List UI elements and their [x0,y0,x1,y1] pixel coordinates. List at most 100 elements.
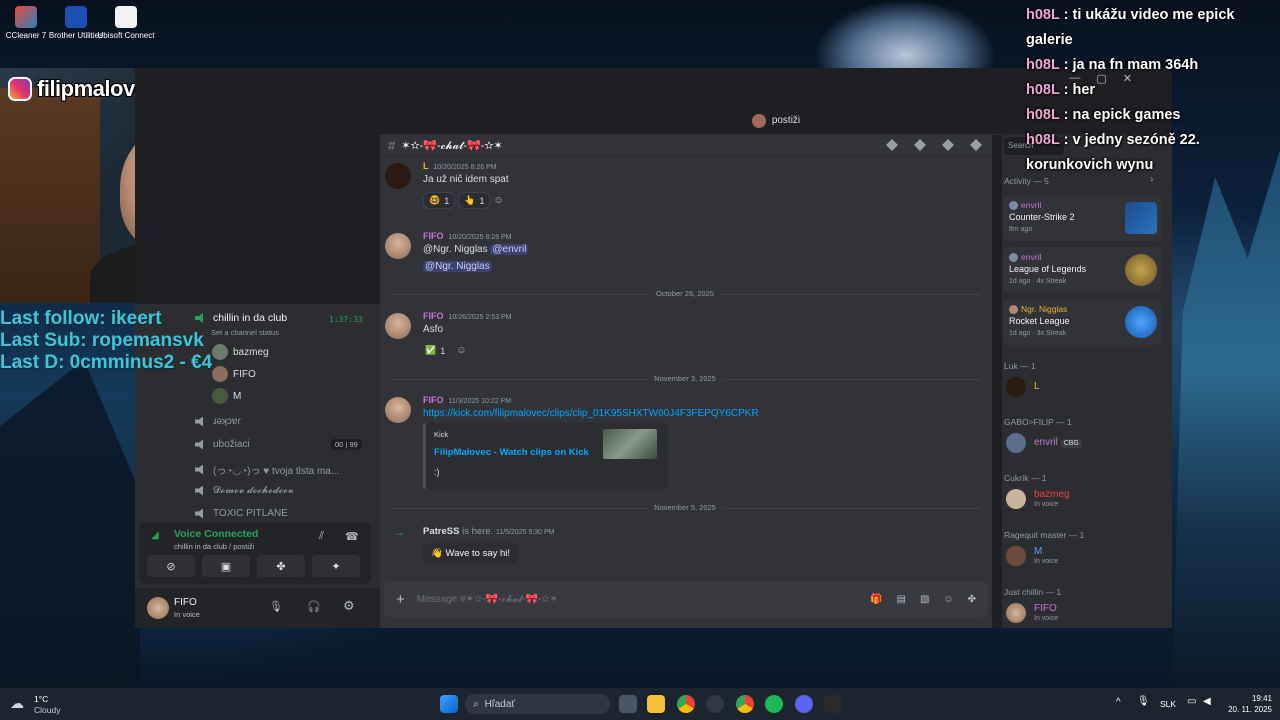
task-view-icon[interactable] [619,695,637,713]
voice-user[interactable]: FIFO [212,366,256,382]
author[interactable]: PatreSS [423,526,459,537]
message-composer[interactable]: + Message #✶✫-🎀-𝓬𝓱𝓪𝓽-🎀-✫✶ 🎁 ▤ ▧ ☺ ✤ [384,581,988,617]
microphone-tray-icon[interactable]: 🎙 [1137,696,1150,707]
voice-user[interactable]: M [212,388,241,404]
weather-icon[interactable]: ☁ [10,695,24,712]
taskbar-search[interactable]: ⌕ Hľadať [465,694,610,714]
screen-share-button[interactable]: ▣ [202,555,250,577]
voice-channel[interactable]: ubožiaci [195,439,250,450]
obs-icon[interactable] [706,695,724,713]
user-mention[interactable]: @Ngr. Nigglas [423,261,492,272]
add-attachment-icon[interactable]: + [396,591,405,608]
headphones-icon[interactable]: 🎧 [307,600,321,613]
chat-line: h08L : ti ukážu video me epick galerie [1026,7,1235,48]
member-row[interactable]: bazmeg In voice [1006,487,1171,511]
reaction[interactable]: 👆 1 [458,192,491,209]
epic-games-icon[interactable] [824,695,842,713]
activity-card[interactable]: envril League of Legends 1d ago · 4x Str… [1004,247,1162,293]
add-reaction-icon[interactable]: ☺ [456,345,466,356]
author[interactable]: FIFO [423,311,444,321]
gift-icon[interactable]: 🎁 [870,594,882,605]
weather-desc[interactable]: Cloudy [34,705,60,715]
clock[interactable]: 19:41 20. 11. 2025 [1222,693,1272,715]
message-link[interactable]: https://kick.com/filipmalovec/clips/clip… [423,408,759,419]
discord-window: — ▢ ✕ postiži chillin in da club 1:37:33… [135,68,1172,628]
set-channel-status[interactable]: Set a channel status [211,328,279,337]
reaction[interactable]: ✅ 1 [423,345,447,356]
file-explorer-icon[interactable] [647,695,665,713]
add-reaction-icon[interactable]: ☺ [493,195,503,206]
activities-button[interactable]: ✤ [257,555,305,577]
avatar[interactable] [385,313,411,339]
noise-suppression-icon[interactable]: ⫽ [319,530,324,543]
activity-card[interactable]: Ngr. Nigglas Rocket League 1d ago · 3x S… [1004,299,1162,345]
avatar[interactable] [385,163,411,189]
member-row[interactable]: M In voice [1006,544,1171,568]
embed-title[interactable]: FilipMalovec - Watch clips on Kick [434,447,589,458]
timestamp: 11/5/2025 5:30 PM [495,529,555,536]
wallpaper-mountain-right [1172,150,1280,690]
voice-channel[interactable]: 𝓓𝓸𝓶𝓸𝓿 𝓭𝓸𝓬𝓱𝓸𝓭𝓬𝓸𝓿 [195,485,293,496]
counter-strike-logo [1125,202,1157,234]
chevron-up-icon[interactable]: ^ [1116,697,1121,708]
avatar [1006,603,1026,623]
voice-channel[interactable]: (っ◔◡◔)っ ♥ tvoja tlsta ma... [195,462,339,477]
message-input[interactable]: Message #✶✫-🎀-𝓬𝓱𝓪𝓽-🎀-✫✶ [417,594,558,605]
embed-description: :) [434,467,440,477]
member-row[interactable]: envril CBG [1006,431,1171,455]
network-icon[interactable]: ▭ [1187,696,1196,707]
voice-channel[interactable]: TOXIC PITLANE [195,508,288,519]
embed-thumbnail[interactable] [603,429,657,459]
embed-provider[interactable]: Kick [434,430,448,439]
voice-connected-label: Voice Connected [174,528,259,540]
member-row[interactable]: L [1006,375,1171,399]
activity-game: Rocket League [1009,316,1070,326]
pin-icon[interactable] [942,139,954,151]
member-name: L [1034,381,1040,392]
gif-icon[interactable]: ▤ [896,594,905,605]
volume-icon[interactable]: ◀ [1203,696,1211,707]
voice-channel[interactable]: ɹǝʞɔɐɾ [195,416,241,427]
voice-location[interactable]: chillin in da club / postiži [174,542,254,551]
mute-icon[interactable] [914,139,926,151]
sticker-icon[interactable]: ▧ [920,594,929,605]
reaction[interactable]: 🤓 1 [423,192,456,209]
voice-user[interactable]: bazmeg [212,344,269,360]
microphone-icon[interactable]: 🎙 [269,600,283,613]
avatar[interactable] [147,597,169,619]
chrome-icon[interactable] [677,695,695,713]
wave-button[interactable]: 👋 Wave to say hi! [423,543,519,564]
chrome-profile-icon[interactable] [736,695,754,713]
member-name: FIFO [1034,603,1057,614]
weather-temp[interactable]: 1°C [34,694,48,704]
user-mention[interactable]: @envril [490,244,529,255]
avatar [1006,377,1026,397]
server-name[interactable]: postiži [772,115,800,126]
emoji-icon[interactable]: ☺ [943,594,953,605]
author[interactable]: FIFO [423,231,444,241]
avatar[interactable] [385,233,411,259]
author[interactable]: FIFO [423,395,444,405]
activity-card[interactable]: envril Counter-Strike 2 8m ago [1004,195,1162,241]
discord-icon[interactable] [795,695,813,713]
author[interactable]: L [423,161,429,171]
camera-off-button[interactable]: ⊘ [147,555,195,577]
reactions: ✅ 1 ☺ [423,340,466,358]
avatar [1009,200,1018,210]
language-indicator[interactable]: SLK [1160,699,1176,709]
members-icon[interactable] [970,139,982,151]
soundboard-button[interactable]: ✦ [312,555,360,577]
spotify-icon[interactable] [765,695,783,713]
desktop-icon-ubisoft[interactable]: Ubisoft Connect [96,6,156,41]
disconnect-icon[interactable]: ☎ [345,530,359,543]
avatar [1006,546,1026,566]
avatar [1009,304,1018,314]
windows-start-icon[interactable] [440,695,458,713]
threads-icon[interactable] [886,139,898,151]
apps-icon[interactable]: ✤ [968,594,976,605]
settings-gear-icon[interactable]: ⚙ [343,598,355,614]
avatar[interactable] [385,397,411,423]
speaker-icon [195,416,203,427]
chat-line: h08L : her [1026,82,1096,98]
member-row[interactable]: FIFO In voice [1006,601,1171,625]
